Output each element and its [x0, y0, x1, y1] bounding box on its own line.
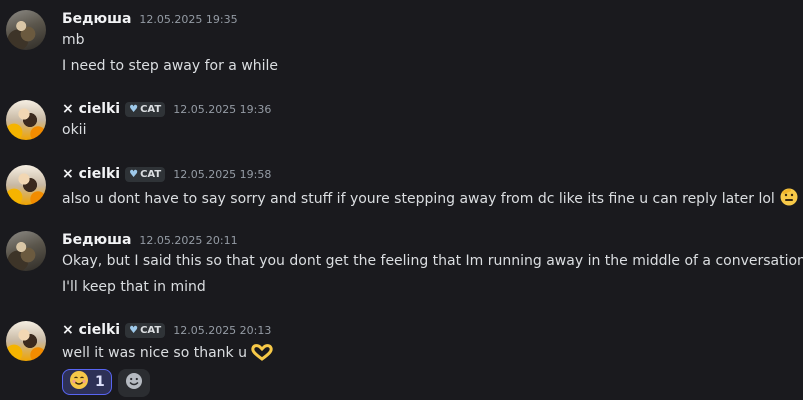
- heart-icon: ♥: [129, 103, 139, 115]
- username[interactable]: Бедюша: [62, 11, 131, 27]
- timestamp: 12.05.2025 19:35: [139, 12, 238, 26]
- message-text: Okay, but I said this so that you dont g…: [62, 253, 803, 269]
- message-header: × cielki ♥ CAT 12.05.2025 20:13: [62, 322, 271, 338]
- message-text: okii: [62, 122, 87, 138]
- message-header: Бедюша 12.05.2025 20:11: [62, 232, 238, 248]
- avatar[interactable]: [6, 100, 46, 140]
- chat-messages: Бедюша 12.05.2025 19:35 mb I need to ste…: [0, 0, 803, 400]
- message-header: × cielki ♥ CAT 12.05.2025 19:36: [62, 101, 271, 117]
- message-text: mb: [62, 32, 85, 48]
- saluting-face-icon[interactable]: [779, 187, 799, 211]
- guild-tag[interactable]: ♥ CAT: [125, 166, 166, 182]
- guild-tag[interactable]: ♥ CAT: [125, 322, 166, 338]
- avatar[interactable]: [6, 231, 46, 271]
- username[interactable]: × cielki: [62, 322, 120, 338]
- message-header: × cielki ♥ CAT 12.05.2025 19:58: [62, 166, 271, 182]
- message-text: also u dont have to say sorry and stuff …: [62, 187, 799, 211]
- timestamp: 12.05.2025 19:58: [173, 167, 272, 181]
- reactions-bar: 1: [62, 369, 150, 397]
- username[interactable]: × cielki: [62, 166, 120, 182]
- heart-icon: ♥: [129, 324, 139, 336]
- reaction-count: 1: [95, 374, 105, 390]
- message-header: Бедюша 12.05.2025 19:35: [62, 11, 238, 27]
- timestamp: 12.05.2025 20:13: [173, 323, 272, 337]
- message-text: I'll keep that in mind: [62, 279, 206, 295]
- message-text-content: well it was nice so thank u: [62, 345, 247, 361]
- smiling-face-icon: [69, 370, 89, 394]
- guild-tag[interactable]: ♥ CAT: [125, 101, 166, 117]
- reaction-button[interactable]: 1: [62, 369, 112, 395]
- avatar[interactable]: [6, 165, 46, 205]
- heart-icon: ♥: [129, 168, 139, 180]
- timestamp: 12.05.2025 19:36: [173, 102, 272, 116]
- add-reaction-icon: [125, 372, 143, 394]
- avatar[interactable]: [6, 10, 46, 50]
- username[interactable]: Бедюша: [62, 232, 131, 248]
- avatar[interactable]: [6, 321, 46, 361]
- username[interactable]: × cielki: [62, 101, 120, 117]
- message-text-content: also u dont have to say sorry and stuff …: [62, 191, 775, 207]
- guild-tag-label: CAT: [140, 168, 162, 180]
- message-text: I need to step away for a while: [62, 58, 279, 74]
- guild-tag-label: CAT: [140, 103, 162, 115]
- add-reaction-button[interactable]: [117, 369, 150, 397]
- message-text: well it was nice so thank u: [62, 343, 273, 365]
- timestamp: 12.05.2025 20:11: [139, 233, 238, 247]
- guild-tag-label: CAT: [140, 324, 162, 336]
- heart-hands-icon[interactable]: [251, 343, 273, 365]
